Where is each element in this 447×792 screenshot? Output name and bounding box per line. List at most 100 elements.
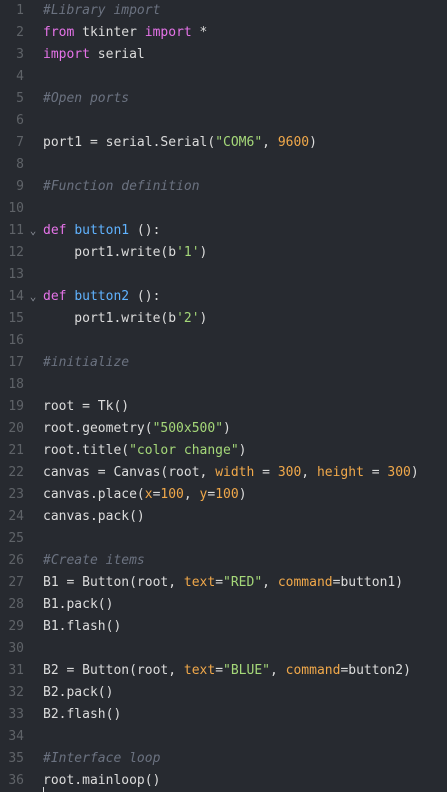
code-token: port1.write(b	[43, 245, 177, 260]
code-token: B1.pack()	[43, 597, 114, 612]
line-number: 17	[8, 355, 24, 370]
line-number: 22	[8, 465, 24, 480]
code-line[interactable]: 21 root.title("color change")	[0, 440, 447, 462]
code-line[interactable]: 10	[0, 198, 447, 220]
code-token: button1	[74, 223, 130, 238]
code-token: B1.flash()	[43, 619, 122, 634]
code-text: B1 = Button(root, text="RED", command=bu…	[43, 572, 403, 594]
code-token: 300	[277, 465, 302, 480]
line-number: 14	[8, 289, 24, 304]
code-text: B2.flash()	[43, 704, 121, 726]
code-text: B1.flash()	[43, 616, 121, 638]
code-token: tkinter	[74, 25, 145, 40]
code-token: ,	[270, 663, 286, 678]
code-token: height	[316, 465, 364, 480]
code-text: canvas.pack()	[43, 506, 145, 528]
code-text: root.title("color change")	[43, 440, 247, 462]
code-line[interactable]: 32 B2.pack()	[0, 682, 447, 704]
code-line[interactable]: 34	[0, 726, 447, 748]
code-line[interactable]: 14 ⌄ def button2 ():	[0, 286, 447, 308]
code-token: width	[215, 465, 255, 480]
code-token: =	[254, 465, 278, 480]
code-token: )	[309, 135, 317, 150]
code-token: )	[199, 245, 208, 260]
line-number: 12	[8, 245, 24, 260]
code-line[interactable]: 5 #Open ports	[0, 88, 447, 110]
code-line[interactable]: 35 #Interface loop	[0, 748, 447, 770]
code-line[interactable]: 25	[0, 528, 447, 550]
code-token: 100	[160, 487, 184, 502]
code-token: canvas.place(	[43, 487, 145, 502]
line-number: 23	[8, 487, 24, 502]
code-token: ,	[183, 487, 200, 502]
code-token: canvas = Canvas(root,	[43, 465, 216, 480]
code-text: B2 = Button(root, text="BLUE", command=b…	[43, 660, 411, 682]
code-text: #initialize	[43, 352, 129, 374]
code-token: command	[277, 575, 333, 590]
code-line[interactable]: 26 #Create items	[0, 550, 447, 572]
code-token: #Function definition	[43, 179, 200, 194]
code-token: =	[215, 575, 224, 590]
code-line[interactable]: 17 #initialize	[0, 352, 447, 374]
code-line[interactable]: 23 canvas.place(x=100, y=100)	[0, 484, 447, 506]
code-line[interactable]: 9 #Function definition	[0, 176, 447, 198]
code-line[interactable]: 16	[0, 330, 447, 352]
code-line[interactable]: 12 port1.write(b'1')	[0, 242, 447, 264]
code-line[interactable]: 18	[0, 374, 447, 396]
code-line[interactable]: 1 #Library import	[0, 0, 447, 22]
text-cursor	[43, 787, 44, 792]
code-token: B2 = Button(root,	[43, 663, 184, 678]
code-token: 100	[215, 487, 239, 502]
code-line[interactable]: 7 port1 = serial.Serial("COM6", 9600)	[0, 132, 447, 154]
code-token: root = Tk()	[43, 399, 130, 414]
code-token: import	[144, 25, 192, 40]
code-line[interactable]: 36 root.mainloop()	[0, 770, 447, 792]
fold-chevron-icon[interactable]: ⌄	[28, 286, 38, 308]
code-text: B1.pack()	[43, 594, 113, 616]
line-number: 31	[8, 663, 24, 678]
line-number: 25	[8, 531, 24, 546]
line-number: 30	[8, 641, 24, 656]
code-token: #Open ports	[43, 91, 130, 106]
code-line[interactable]: 20 root.geometry("500x500")	[0, 418, 447, 440]
code-token: root.mainloop()	[43, 773, 161, 788]
line-number: 15	[8, 311, 24, 326]
line-number: 9	[16, 179, 24, 194]
code-token: root.title(	[43, 443, 130, 458]
code-line[interactable]: 19 root = Tk()	[0, 396, 447, 418]
code-line[interactable]: 33 B2.flash()	[0, 704, 447, 726]
code-token: button2	[74, 289, 130, 304]
code-line[interactable]: 15 port1.write(b'2')	[0, 308, 447, 330]
fold-chevron-icon[interactable]: ⌄	[28, 220, 38, 242]
code-line[interactable]: 8	[0, 154, 447, 176]
code-line[interactable]: 28 B1.pack()	[0, 594, 447, 616]
code-token: root.geometry(	[43, 421, 153, 436]
line-number: 16	[8, 333, 24, 348]
code-line[interactable]: 24 canvas.pack()	[0, 506, 447, 528]
code-token: 300	[387, 465, 411, 480]
code-line[interactable]: 27 B1 = Button(root, text="RED", command=…	[0, 572, 447, 594]
code-line[interactable]: 3 import serial	[0, 44, 447, 66]
line-number: 19	[8, 399, 24, 414]
line-number: 4	[16, 69, 24, 84]
line-number: 27	[8, 575, 24, 590]
line-number: 8	[16, 157, 24, 172]
code-line[interactable]: 22 canvas = Canvas(root, width = 300, hei…	[0, 462, 447, 484]
code-token: )	[199, 311, 208, 326]
code-line[interactable]: 6	[0, 110, 447, 132]
code-line[interactable]: 30	[0, 638, 447, 660]
code-text: def button2 ():	[43, 286, 160, 308]
code-line[interactable]: 11 ⌄ def button1 ():	[0, 220, 447, 242]
code-editor[interactable]: 1 #Library import 2 from tkinter import * 3 i…	[0, 0, 447, 792]
code-line[interactable]: 2 from tkinter import *	[0, 22, 447, 44]
code-line[interactable]: 29 B1.flash()	[0, 616, 447, 638]
code-line[interactable]: 13	[0, 264, 447, 286]
code-token: )	[238, 487, 247, 502]
line-number: 18	[8, 377, 24, 392]
line-number: 29	[8, 619, 24, 634]
code-token: "COM6"	[215, 135, 263, 150]
code-token: import	[43, 47, 90, 62]
code-line[interactable]: 4	[0, 66, 447, 88]
code-text: #Create items	[43, 550, 145, 572]
code-line[interactable]: 31 B2 = Button(root, text="BLUE", command…	[0, 660, 447, 682]
